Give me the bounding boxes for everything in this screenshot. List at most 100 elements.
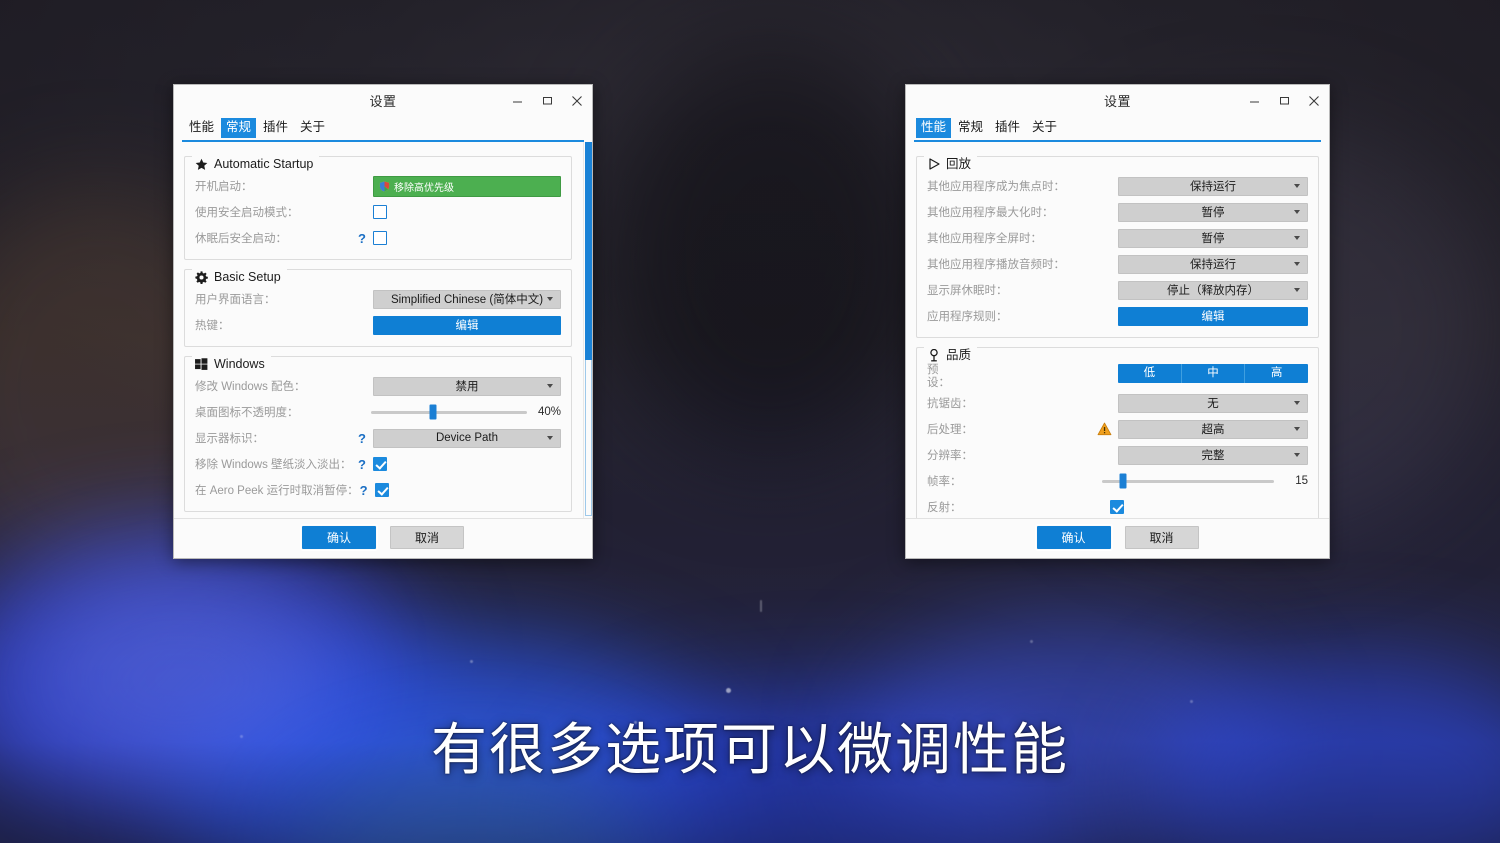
- remove-wallpaper-fade-checkbox[interactable]: [373, 457, 387, 471]
- row-desktop-icon-opacity: 桌面图标不透明度： ? 40%: [195, 399, 561, 425]
- group-basic-setup: Basic Setup 用户界面语言： Simplified Chinese (…: [184, 269, 572, 347]
- row-label: 其他应用程序最大化时：: [927, 207, 1054, 219]
- row-display-sleep: 显示屏休眠时： 停止（释放内存）: [927, 277, 1308, 303]
- row-other-app-focused: 其他应用程序成为焦点时： 保持运行: [927, 173, 1308, 199]
- combo-value: 保持运行: [1190, 181, 1236, 193]
- play-icon: [927, 158, 940, 171]
- row-safe-start-after-hibernate: 休眠后安全启动： ?: [195, 225, 561, 251]
- tab-about[interactable]: 关于: [1027, 118, 1062, 138]
- cancel-button[interactable]: 取消: [390, 526, 464, 549]
- row-label: 后处理：: [927, 424, 973, 436]
- chevron-down-icon: [1294, 401, 1300, 405]
- row-label: 移除 Windows 壁纸淡入淡出：: [195, 459, 352, 471]
- help-icon[interactable]: ?: [357, 231, 367, 246]
- row-label: 预设：: [927, 364, 950, 389]
- preset-low-button[interactable]: 低: [1118, 364, 1182, 383]
- row-label: 桌面图标不透明度：: [195, 407, 299, 419]
- dialog-footer-left: 确认 取消: [174, 518, 592, 558]
- row-label: 应用程序规则：: [927, 311, 1008, 323]
- ui-language-select[interactable]: Simplified Chinese (简体中文): [373, 289, 561, 309]
- row-boot-startup: 开机启动： ?: [195, 173, 561, 199]
- row-label: 其他应用程序播放音频时：: [927, 259, 1065, 271]
- group-quality: 品质 预设： 低 中 高 抗锯齿： 无 后处理： 超高 分辨率： 完整 帧率： …: [916, 347, 1319, 518]
- row-label: 抗锯齿：: [927, 398, 973, 410]
- star-icon: [195, 158, 208, 171]
- slider-value: 15: [1295, 475, 1308, 487]
- row-unpause-aero-peek: 在 Aero Peek 运行时取消暂停： ?: [195, 477, 561, 503]
- vertical-scrollbar[interactable]: [583, 142, 592, 518]
- tab-general[interactable]: 常规: [221, 118, 257, 138]
- tab-general[interactable]: 常规: [953, 118, 988, 138]
- row-label: 其他应用程序成为焦点时：: [927, 181, 1065, 193]
- combo-value: 暂停: [1201, 207, 1225, 219]
- row-label: 用户界面语言：: [195, 294, 276, 306]
- other-app-audio-select[interactable]: 保持运行: [1118, 254, 1308, 274]
- chevron-down-icon: [1294, 453, 1300, 457]
- unpause-aero-peek-checkbox[interactable]: [374, 483, 389, 497]
- preset-high-button[interactable]: 高: [1245, 364, 1308, 383]
- dialog-footer-right: 确认 取消: [906, 518, 1329, 558]
- edit-app-rules-button[interactable]: 编辑: [1118, 306, 1308, 326]
- combo-value: 禁用: [455, 381, 479, 393]
- combo-value: 超高: [1201, 424, 1225, 436]
- row-app-rules: 应用程序规则： 编辑: [927, 303, 1308, 329]
- chevron-down-icon: [1294, 427, 1300, 431]
- modify-windows-colors-select[interactable]: 禁用: [373, 376, 561, 396]
- other-app-focused-select[interactable]: 保持运行: [1118, 176, 1308, 196]
- help-icon[interactable]: ?: [359, 483, 369, 498]
- row-quality-preset: 预设： 低 中 高: [927, 364, 1308, 390]
- chevron-down-icon: [547, 436, 553, 440]
- row-label: 休眠后安全启动：: [195, 233, 287, 245]
- reflections-checkbox[interactable]: [1110, 500, 1124, 514]
- quality-preset-segmented[interactable]: 低 中 高: [1118, 364, 1308, 383]
- settings-dialog-performance: 设置 性能 常规 插件 关于 回放 其他应用程序成为焦点时： 保持运行 其他应用…: [905, 84, 1330, 559]
- safe-startup-mode-checkbox[interactable]: [373, 205, 387, 219]
- row-other-app-fullscreen: 其他应用程序全屏时： 暂停: [927, 225, 1308, 251]
- antialiasing-select[interactable]: 无: [1118, 393, 1308, 413]
- edit-hotkeys-button[interactable]: 编辑: [373, 315, 561, 335]
- chevron-down-icon: [1294, 210, 1300, 214]
- row-label: 其他应用程序全屏时：: [927, 233, 1042, 245]
- post-processing-select[interactable]: 超高: [1118, 419, 1308, 439]
- display-sleep-select[interactable]: 停止（释放内存）: [1118, 280, 1308, 300]
- row-label: 显示器标识：: [195, 433, 264, 445]
- desktop-icon-opacity-slider[interactable]: 40%: [371, 404, 561, 420]
- group-title-text: 回放: [946, 157, 972, 171]
- chevron-down-icon: [1294, 262, 1300, 266]
- row-reflections: 反射：: [927, 494, 1308, 518]
- tab-plugins[interactable]: 插件: [990, 118, 1025, 138]
- group-title-text: Windows: [214, 357, 265, 371]
- group-automatic-startup: Automatic Startup 开机启动： ?: [184, 156, 572, 260]
- chevron-down-icon: [547, 297, 553, 301]
- titlebar-left: 设置: [174, 85, 592, 116]
- other-app-fullscreen-select[interactable]: 暂停: [1118, 228, 1308, 248]
- resolution-select[interactable]: 完整: [1118, 445, 1308, 465]
- safe-start-after-hibernate-checkbox[interactable]: [373, 231, 387, 245]
- scrollbar-thumb[interactable]: [585, 142, 592, 361]
- row-label: 显示屏休眠时：: [927, 285, 1008, 297]
- other-app-maximized-select[interactable]: 暂停: [1118, 202, 1308, 222]
- slider-value: 40%: [537, 406, 561, 418]
- remove-high-priority-button[interactable]: 移除高优先级: [373, 175, 561, 197]
- preset-medium-button[interactable]: 中: [1182, 364, 1246, 383]
- group-title-text: 品质: [946, 348, 972, 362]
- row-label: 热键：: [195, 320, 230, 332]
- ok-button[interactable]: 确认: [300, 524, 378, 551]
- tab-performance[interactable]: 性能: [916, 118, 952, 138]
- row-post-processing: 后处理： 超高: [927, 416, 1308, 442]
- row-hotkeys: 热键： 编辑: [195, 312, 561, 338]
- tab-plugins[interactable]: 插件: [258, 118, 293, 138]
- tab-performance[interactable]: 性能: [184, 118, 219, 138]
- tabbar-right: 性能 常规 插件 关于: [906, 116, 1329, 138]
- cancel-button[interactable]: 取消: [1124, 526, 1199, 549]
- help-icon[interactable]: ?: [357, 431, 367, 446]
- tab-about[interactable]: 关于: [295, 118, 330, 138]
- ok-button[interactable]: 确认: [1034, 524, 1113, 551]
- frame-rate-slider[interactable]: 15: [1102, 473, 1308, 489]
- gear-icon: [195, 270, 208, 284]
- row-ui-language: 用户界面语言： Simplified Chinese (简体中文): [195, 286, 561, 312]
- help-icon[interactable]: ?: [357, 457, 367, 472]
- windows-icon: [195, 358, 208, 371]
- quality-icon: [927, 348, 940, 362]
- monitor-identification-select[interactable]: Device Path: [373, 428, 561, 448]
